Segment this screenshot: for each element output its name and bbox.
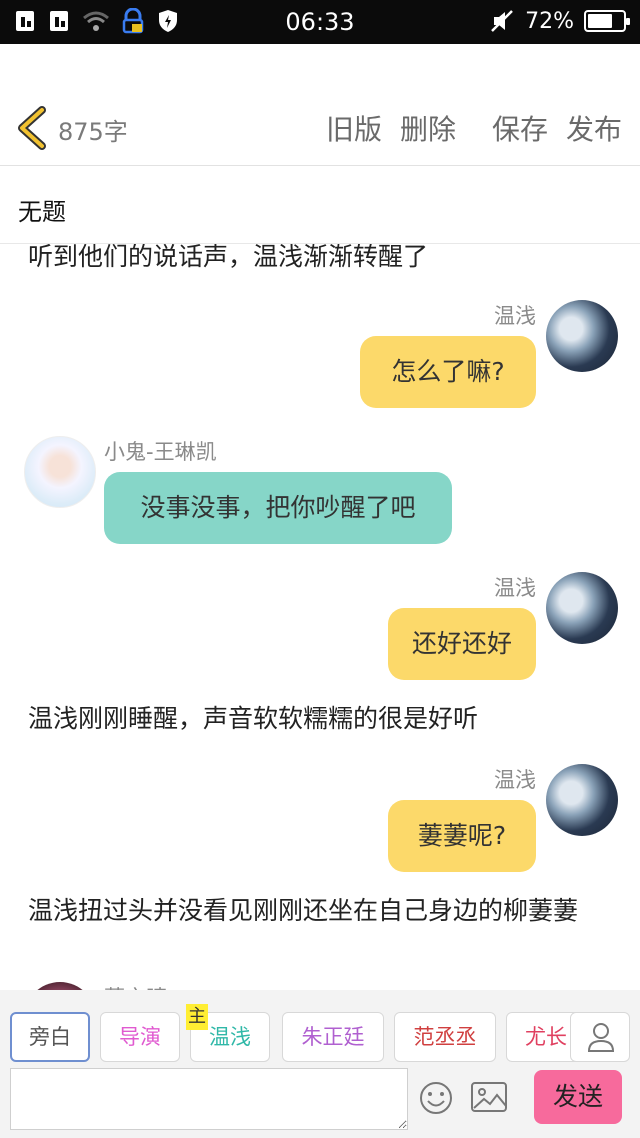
editor-toolbar: 875字 旧版 删除 保存 发布: [0, 44, 640, 166]
message-input[interactable]: [10, 1068, 408, 1130]
story-title: 无题: [18, 198, 66, 226]
role-fanchengcheng-button[interactable]: 范丞丞: [394, 1012, 496, 1062]
role-narrator-button[interactable]: 旁白: [10, 1012, 90, 1062]
chat-bubble-left[interactable]: 没事没事，把你吵醒了吧: [104, 472, 452, 544]
old-version-button[interactable]: 旧版: [326, 108, 382, 148]
avatar[interactable]: [546, 300, 618, 372]
role-director-button[interactable]: 导演: [100, 1012, 180, 1062]
sender-name: 温浅: [494, 576, 536, 600]
status-bar: 06:33 72%: [0, 0, 640, 44]
chat-bubble-right[interactable]: 还好还好: [388, 608, 536, 680]
sender-name: 温浅: [494, 304, 536, 328]
sender-name: 小鬼-王琳凯: [104, 440, 217, 464]
avatar[interactable]: [546, 572, 618, 644]
battery-icon: [584, 10, 630, 32]
chat-area[interactable]: 听到他们的说话声，温浅渐渐转醒了 温浅 怎么了嘛? 小鬼-王琳凯 没事没事，把你…: [0, 244, 640, 990]
input-bar: 发送: [0, 1068, 640, 1138]
avatar[interactable]: [24, 436, 96, 508]
battery-fill: [588, 14, 613, 28]
sender-name: 温浅: [494, 768, 536, 792]
role-zhuzhengting-button[interactable]: 朱正廷: [282, 1012, 384, 1062]
emoji-icon[interactable]: [418, 1080, 454, 1116]
save-button[interactable]: 保存: [492, 108, 548, 148]
chevron-left-icon[interactable]: [14, 106, 50, 150]
publish-button[interactable]: 发布: [566, 108, 622, 148]
narration-text: 温浅扭过头并没看见刚刚还坐在自己身边的柳萋萋: [28, 896, 579, 925]
send-button[interactable]: 发送: [534, 1070, 622, 1124]
header-actions: 旧版 删除 保存 发布: [326, 108, 622, 148]
narration-text: 听到他们的说话声，温浅渐渐转醒了: [28, 244, 429, 271]
role-selector: 旁白 导演 温浅 主 朱正廷 范丞丞 尤长: [0, 990, 640, 1068]
image-icon[interactable]: [470, 1080, 508, 1114]
chat-bubble-right[interactable]: 萋萋呢?: [388, 800, 536, 872]
chat-bubble-right[interactable]: 怎么了嘛?: [360, 336, 536, 408]
main-role-badge: 主: [186, 1004, 208, 1030]
delete-button[interactable]: 删除: [400, 108, 456, 148]
word-count: 875字: [58, 118, 128, 146]
narration-text: 温浅刚刚睡醒，声音软软糯糯的很是好听: [28, 704, 479, 733]
user-icon: [587, 1023, 615, 1052]
avatar[interactable]: [24, 982, 96, 990]
avatar[interactable]: [546, 764, 618, 836]
sender-name: 萋之晴: [104, 982, 167, 990]
story-title-field[interactable]: 无题: [0, 166, 640, 244]
mute-icon: [491, 10, 513, 32]
status-icons-right: 72%: [489, 8, 630, 34]
screen: 06:33 72% 875字 旧版 删除 保存 发布 无题 听到他们的说话声，温…: [0, 0, 640, 1138]
battery-percent: 72%: [525, 8, 574, 34]
manage-roles-button[interactable]: [570, 1012, 630, 1062]
